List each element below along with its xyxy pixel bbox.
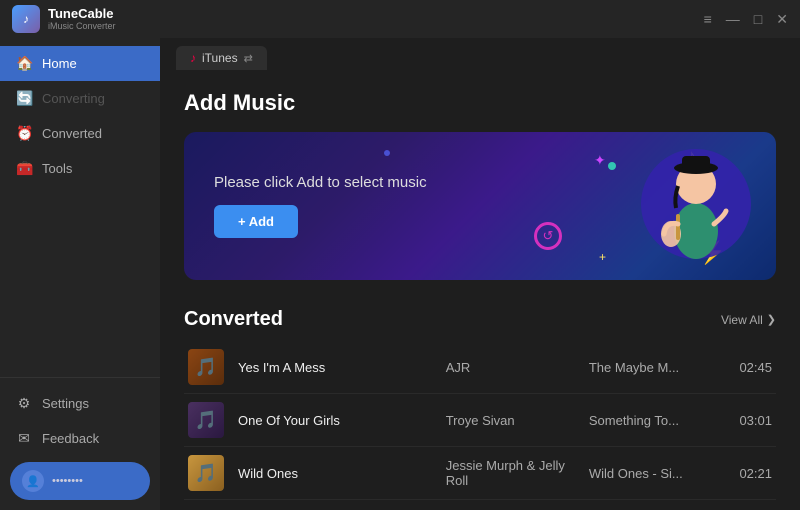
main-content-area: ♪ iTunes ⇄ Add Music ↺ ♪ ⚡ ✦ + <box>160 38 800 510</box>
tab-itunes[interactable]: ♪ iTunes ⇄ <box>176 46 267 70</box>
tools-icon: 🧰 <box>16 160 32 177</box>
tab-settings-icon: ⇄ <box>244 52 253 65</box>
menu-button[interactable]: ≡ <box>704 12 712 26</box>
track-thumbnail-1: 🎵 <box>188 349 224 385</box>
track-album-1: The Maybe M... <box>589 360 718 375</box>
tab-label-itunes: iTunes <box>202 51 238 65</box>
converting-icon: 🔄 <box>16 90 32 107</box>
chevron-right-icon: ❯ <box>767 313 776 326</box>
track-name-2: One Of Your Girls <box>238 413 432 428</box>
avatar-icon: 👤 <box>26 475 40 488</box>
banner-left: Please click Add to select music + Add <box>214 174 427 238</box>
sidebar: 🏠 Home 🔄 Converting ⏰ Converted 🧰 Tools … <box>0 38 160 510</box>
sidebar-nav: 🏠 Home 🔄 Converting ⏰ Converted 🧰 Tools <box>0 38 160 377</box>
track-name-1: Yes I'm A Mess <box>238 360 432 375</box>
converted-icon: ⏰ <box>16 125 32 142</box>
app-branding: ♪ TuneCable iMusic Converter <box>12 5 116 33</box>
sidebar-item-converted[interactable]: ⏰ Converted <box>0 116 160 151</box>
home-icon: 🏠 <box>16 55 32 72</box>
page-content: Add Music ↺ ♪ ⚡ ✦ + Please click Add to … <box>160 70 800 510</box>
sidebar-label-home: Home <box>42 56 77 71</box>
converted-title: Converted <box>184 308 283 331</box>
main-layout: 🏠 Home 🔄 Converting ⏰ Converted 🧰 Tools … <box>0 38 800 510</box>
app-name: TuneCable <box>48 7 116 21</box>
track-duration-1: 02:45 <box>732 360 772 375</box>
settings-icon: ⚙ <box>16 395 32 412</box>
sidebar-label-feedback: Feedback <box>42 431 99 446</box>
track-thumbnail-2: 🎵 <box>188 402 224 438</box>
user-avatar: 👤 <box>22 470 44 492</box>
window-controls: ≡ — □ ✕ <box>704 12 788 26</box>
track-list: 🎵 Yes I'm A Mess AJR The Maybe M... 02:4… <box>184 341 776 500</box>
table-row[interactable]: 🎵 Yes I'm A Mess AJR The Maybe M... 02:4… <box>184 341 776 394</box>
sidebar-label-settings: Settings <box>42 396 89 411</box>
converted-section: Converted View All ❯ 🎵 Yes I'm A Mess AJ… <box>184 308 776 500</box>
itunes-icon: ♪ <box>190 51 196 65</box>
banner-illustration <box>616 136 756 276</box>
thumb-icon-3: 🎵 <box>188 455 224 491</box>
track-duration-2: 03:01 <box>732 413 772 428</box>
table-row[interactable]: 🎵 Wild Ones Jessie Murph & Jelly Roll Wi… <box>184 447 776 500</box>
app-logo-icon: ♪ <box>23 12 29 26</box>
app-name-block: TuneCable iMusic Converter <box>48 7 116 30</box>
add-music-button[interactable]: + Add <box>214 205 298 238</box>
girl-svg <box>616 136 756 271</box>
view-all-button[interactable]: View All ❯ <box>721 313 776 327</box>
user-profile[interactable]: 👤 •••••••• <box>10 462 150 500</box>
tab-bar: ♪ iTunes ⇄ <box>160 38 800 70</box>
sidebar-bottom: ⚙ Settings ✉ Feedback 👤 •••••••• <box>0 377 160 510</box>
track-artist-1: AJR <box>446 360 575 375</box>
restore-button[interactable]: □ <box>754 12 762 26</box>
deco-circle-refresh: ↺ <box>534 222 562 250</box>
deco-dot-2 <box>608 162 616 170</box>
sidebar-item-settings[interactable]: ⚙ Settings <box>0 386 160 421</box>
track-album-2: Something To... <box>589 413 718 428</box>
track-thumbnail-3: 🎵 <box>188 455 224 491</box>
table-row[interactable]: 🎵 One Of Your Girls Troye Sivan Somethin… <box>184 394 776 447</box>
deco-star-1: ✦ <box>594 152 606 169</box>
minimize-button[interactable]: — <box>726 12 740 26</box>
converted-header: Converted View All ❯ <box>184 308 776 331</box>
titlebar: ♪ TuneCable iMusic Converter ≡ — □ ✕ <box>0 0 800 38</box>
track-artist-2: Troye Sivan <box>446 413 575 428</box>
deco-dot-1 <box>384 150 390 156</box>
close-button[interactable]: ✕ <box>776 12 788 26</box>
sidebar-item-converting: 🔄 Converting <box>0 81 160 116</box>
sidebar-item-tools[interactable]: 🧰 Tools <box>0 151 160 186</box>
thumb-icon-1: 🎵 <box>188 349 224 385</box>
sidebar-label-converting: Converting <box>42 91 105 106</box>
page-title: Add Music <box>184 90 776 116</box>
track-artist-3: Jessie Murph & Jelly Roll <box>446 458 575 488</box>
thumb-icon-2: 🎵 <box>188 402 224 438</box>
track-album-3: Wild Ones - Si... <box>589 466 718 481</box>
track-name-3: Wild Ones <box>238 466 432 481</box>
add-music-banner: ↺ ♪ ⚡ ✦ + Please click Add to select mus… <box>184 132 776 280</box>
feedback-icon: ✉ <box>16 430 32 447</box>
app-subtitle: iMusic Converter <box>48 22 116 31</box>
sidebar-label-tools: Tools <box>42 161 72 176</box>
track-duration-3: 02:21 <box>732 466 772 481</box>
sidebar-item-feedback[interactable]: ✉ Feedback <box>0 421 160 456</box>
sidebar-item-home[interactable]: 🏠 Home <box>0 46 160 81</box>
deco-plus: + <box>599 250 606 264</box>
username-label: •••••••• <box>52 475 83 487</box>
view-all-label: View All <box>721 313 763 327</box>
sidebar-label-converted: Converted <box>42 126 102 141</box>
banner-text: Please click Add to select music <box>214 174 427 191</box>
app-logo: ♪ <box>12 5 40 33</box>
